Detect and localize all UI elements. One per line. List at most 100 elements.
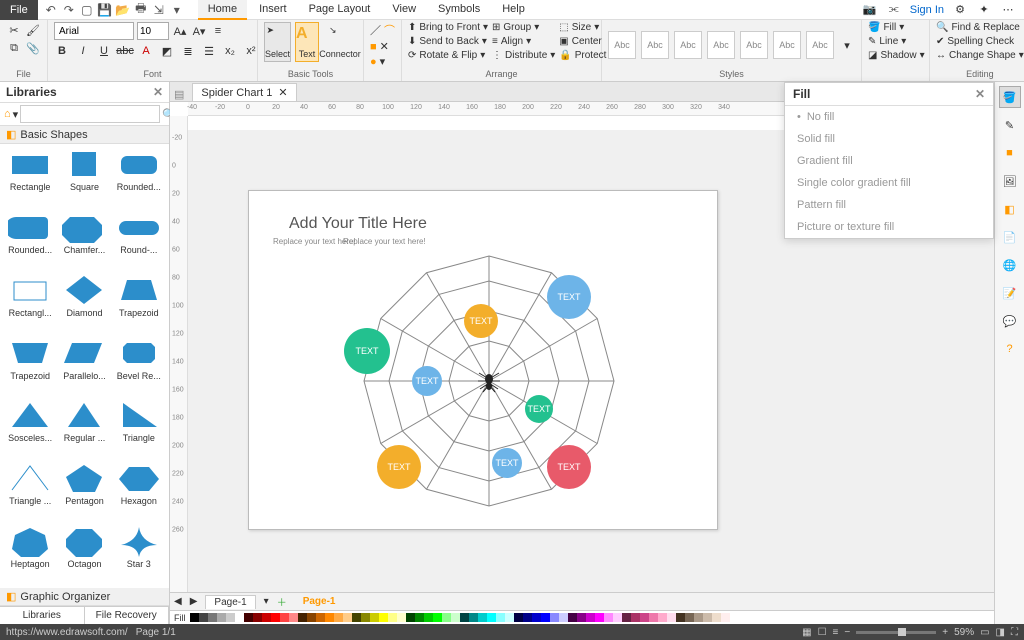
color-swatch[interactable]: [658, 613, 667, 622]
right-tab-line-icon[interactable]: ✎: [999, 114, 1021, 136]
close-fill-popup-icon[interactable]: ✕: [975, 87, 985, 101]
color-swatch[interactable]: [406, 613, 415, 622]
page-subtitle-2[interactable]: Replace your text here!: [343, 237, 426, 246]
shape-tri1[interactable]: Sosceles...: [4, 399, 56, 458]
color-swatch[interactable]: [325, 613, 334, 622]
menu-insert[interactable]: Insert: [249, 0, 297, 20]
color-swatch[interactable]: [451, 613, 460, 622]
shape-rr[interactable]: Rounded...: [113, 148, 165, 207]
connector-tool[interactable]: ↘Connector: [323, 22, 357, 62]
color-swatch[interactable]: [712, 613, 721, 622]
drawing-page[interactable]: Add Your Title Here Replace your text he…: [248, 190, 718, 530]
fit-page-icon[interactable]: ▭: [980, 627, 989, 638]
shape-hex[interactable]: Hexagon: [113, 462, 165, 521]
shape-dia[interactable]: Diamond: [58, 274, 110, 333]
color-swatch[interactable]: [667, 613, 676, 622]
add-page-icon[interactable]: ＋: [277, 594, 287, 609]
page-prev-icon[interactable]: ◀: [174, 596, 182, 607]
line-button[interactable]: ✎ Line ▾: [868, 36, 925, 47]
color-swatch[interactable]: [496, 613, 505, 622]
color-swatch[interactable]: [433, 613, 442, 622]
shape-hept[interactable]: Heptagon: [4, 525, 56, 584]
more-shapes-icon[interactable]: ▾: [380, 55, 386, 68]
color-swatch[interactable]: [532, 613, 541, 622]
color-swatch[interactable]: [370, 613, 379, 622]
view-mode-icon[interactable]: ▦: [802, 627, 811, 638]
font-family-combo[interactable]: [54, 22, 134, 40]
bold-icon[interactable]: B: [54, 43, 70, 59]
shrink-font-icon[interactable]: A▾: [191, 23, 207, 39]
camera-icon[interactable]: 📷: [862, 2, 878, 18]
chart-node-2[interactable]: TEXT: [344, 328, 390, 374]
color-swatch[interactable]: [559, 613, 568, 622]
right-tab-note-icon[interactable]: 📝: [999, 282, 1021, 304]
view-mode3-icon[interactable]: ≡: [833, 627, 839, 638]
fill-button[interactable]: 🪣 Fill ▾: [868, 22, 925, 33]
bring-front-button[interactable]: ⬆ Bring to Front ▾: [408, 22, 488, 33]
sup-icon[interactable]: x²: [243, 43, 259, 59]
fill-option-gradient[interactable]: Gradient fill: [785, 150, 993, 172]
gear-icon[interactable]: ⚙: [952, 2, 968, 18]
color-swatch[interactable]: [262, 613, 271, 622]
page-title[interactable]: Add Your Title Here: [289, 215, 427, 233]
zoom-slider[interactable]: [856, 631, 936, 634]
shape-tri3[interactable]: Triangle: [113, 399, 165, 458]
color-swatch[interactable]: [352, 613, 361, 622]
color-swatch[interactable]: [622, 613, 631, 622]
style-preset-1[interactable]: Abc: [608, 31, 636, 59]
close-tab-icon[interactable]: ✕: [278, 86, 287, 99]
zoom-in-icon[interactable]: +: [942, 627, 948, 638]
menu-symbols[interactable]: Symbols: [428, 0, 490, 20]
color-swatch[interactable]: [460, 613, 469, 622]
color-swatch[interactable]: [721, 613, 730, 622]
underline-icon[interactable]: U: [96, 43, 112, 59]
color-swatch[interactable]: [379, 613, 388, 622]
redo-icon[interactable]: ↷: [62, 3, 76, 17]
group-button[interactable]: ⊞ Group ▾: [492, 22, 555, 33]
zoom-value[interactable]: 59%: [954, 627, 974, 638]
view-mode2-icon[interactable]: ☐: [818, 627, 827, 638]
chart-node-4[interactable]: TEXT: [525, 395, 553, 423]
shape-ch[interactable]: Chamfer...: [58, 211, 110, 270]
style-preset-3[interactable]: Abc: [674, 31, 702, 59]
document-tab[interactable]: Spider Chart 1 ✕: [192, 83, 296, 101]
menu-page-layout[interactable]: Page Layout: [299, 0, 381, 20]
color-swatch[interactable]: [676, 613, 685, 622]
style-preset-6[interactable]: Abc: [773, 31, 801, 59]
color-swatch[interactable]: [397, 613, 406, 622]
new-icon[interactable]: ▢: [80, 3, 94, 17]
align-button[interactable]: ≡ Align ▾: [492, 36, 555, 47]
color-swatch[interactable]: [361, 613, 370, 622]
tab-libraries[interactable]: Libraries: [0, 607, 85, 624]
distribute-button[interactable]: ⋮ Distribute ▾: [492, 50, 555, 61]
color-swatch[interactable]: [280, 613, 289, 622]
menu-help[interactable]: Help: [492, 0, 535, 20]
close-libraries-icon[interactable]: ✕: [153, 85, 163, 99]
right-tab-hyperlink-icon[interactable]: 🌐: [999, 254, 1021, 276]
change-shape-button[interactable]: ↔ Change Shape ▾: [936, 50, 1024, 61]
shape-para[interactable]: Parallelo...: [58, 337, 110, 396]
shape-pent[interactable]: Pentagon: [58, 462, 110, 521]
right-tab-fill-icon[interactable]: 🪣: [999, 86, 1021, 108]
color-swatch[interactable]: [577, 613, 586, 622]
color-swatch[interactable]: [703, 613, 712, 622]
clip-icon[interactable]: 📎: [25, 40, 41, 56]
find-replace-button[interactable]: 🔍 Find & Replace: [936, 22, 1024, 33]
page-tab-menu-icon[interactable]: ▾: [264, 596, 269, 607]
color-swatch[interactable]: [478, 613, 487, 622]
export-icon[interactable]: ⇲: [152, 3, 166, 17]
library-search-input[interactable]: [20, 105, 160, 123]
strike-icon[interactable]: abc: [117, 43, 133, 59]
color-swatch[interactable]: [235, 613, 244, 622]
chart-node-1[interactable]: TEXT: [464, 304, 498, 338]
sign-in-link[interactable]: Sign In: [910, 4, 944, 16]
shape-tz2[interactable]: Trapezoid: [4, 337, 56, 396]
chevron-down-icon[interactable]: ▾: [170, 3, 184, 17]
chart-node-7[interactable]: TEXT: [547, 445, 591, 489]
shape-rframe[interactable]: Rectangl...: [4, 274, 56, 333]
color-swatch[interactable]: [541, 613, 550, 622]
shape-rect[interactable]: Rectangle: [4, 148, 56, 207]
shape-rc[interactable]: Rounded...: [4, 211, 56, 270]
color-swatch[interactable]: [442, 613, 451, 622]
brush-icon[interactable]: 🖌: [25, 22, 41, 38]
